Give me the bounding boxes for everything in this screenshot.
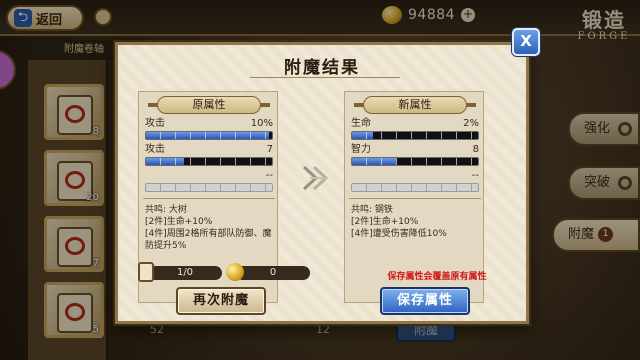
resonance-text: 共鸣: 钢铁 [2件]生命+10% [4件]遭受伤害降低10%: [351, 204, 481, 240]
save-attributes-button[interactable]: 保存属性: [380, 287, 470, 315]
cost-row: 1/0 0: [138, 262, 316, 283]
stat-value: 8: [472, 144, 479, 155]
stat-value: 7: [266, 144, 273, 155]
new-attributes-header: 新属性: [354, 96, 476, 114]
overwrite-warning: 保存属性会覆盖原有属性: [387, 272, 487, 282]
panel-divider: [143, 198, 275, 199]
original-attributes-header: 原属性: [148, 96, 270, 114]
stat-value: --: [265, 170, 273, 181]
stat-row: 智力 8: [351, 144, 479, 166]
stat-name: 生命: [351, 118, 371, 129]
stat-row: --: [351, 170, 479, 192]
stat-name: 攻击: [145, 144, 165, 155]
stat-bar: [351, 183, 479, 192]
enchant-result-dialog: 附魔结果 原属性 攻击 10% 攻击 7 -- 共鸣: 大树 [2件]生命+10…: [115, 42, 529, 324]
resonance-line: [2件]生命+10%: [145, 217, 213, 227]
scroll-cost-value: 1/0: [176, 267, 194, 278]
stat-bar: [145, 131, 273, 140]
scroll-cost: 1/0: [138, 262, 222, 282]
panel-divider: [349, 198, 481, 199]
resonance-line: [2件]生命+10%: [351, 217, 419, 227]
close-button[interactable]: X: [512, 28, 540, 56]
stat-value: --: [471, 170, 479, 181]
stat-bar: [351, 131, 479, 140]
stat-name: 智力: [351, 144, 371, 155]
stat-name: 攻击: [145, 118, 165, 129]
stat-row: 攻击 10%: [145, 118, 273, 140]
resonance-text: 共鸣: 大树 [2件]生命+10% [4件]周围2格所有部队防御、魔防提升5%: [145, 204, 275, 252]
stat-bar: [145, 183, 273, 192]
stat-value: 2%: [463, 118, 479, 129]
dialog-title: 附魔结果: [284, 58, 360, 78]
title-divider: [250, 77, 400, 78]
stat-row: 生命 2%: [351, 118, 479, 140]
resonance-title: 共鸣: 大树: [145, 205, 187, 215]
resonance-title: 共鸣: 钢铁: [351, 205, 393, 215]
stat-bar: [351, 157, 479, 166]
arrow-right-icon: [302, 165, 329, 191]
resonance-line: [4件]周围2格所有部队防御、魔防提升5%: [145, 229, 272, 251]
scroll-icon: [138, 262, 154, 282]
gold-cost-value: 0: [269, 267, 277, 278]
gold-coin-icon: [226, 263, 244, 281]
stat-row: --: [145, 170, 273, 192]
stat-bar: [145, 157, 273, 166]
stat-value: 10%: [250, 118, 273, 129]
gold-cost: 0: [226, 263, 310, 281]
enchant-again-button[interactable]: 再次附魔: [176, 287, 266, 315]
stat-row: 攻击 7: [145, 144, 273, 166]
resonance-line: [4件]遭受伤害降低10%: [351, 229, 447, 239]
